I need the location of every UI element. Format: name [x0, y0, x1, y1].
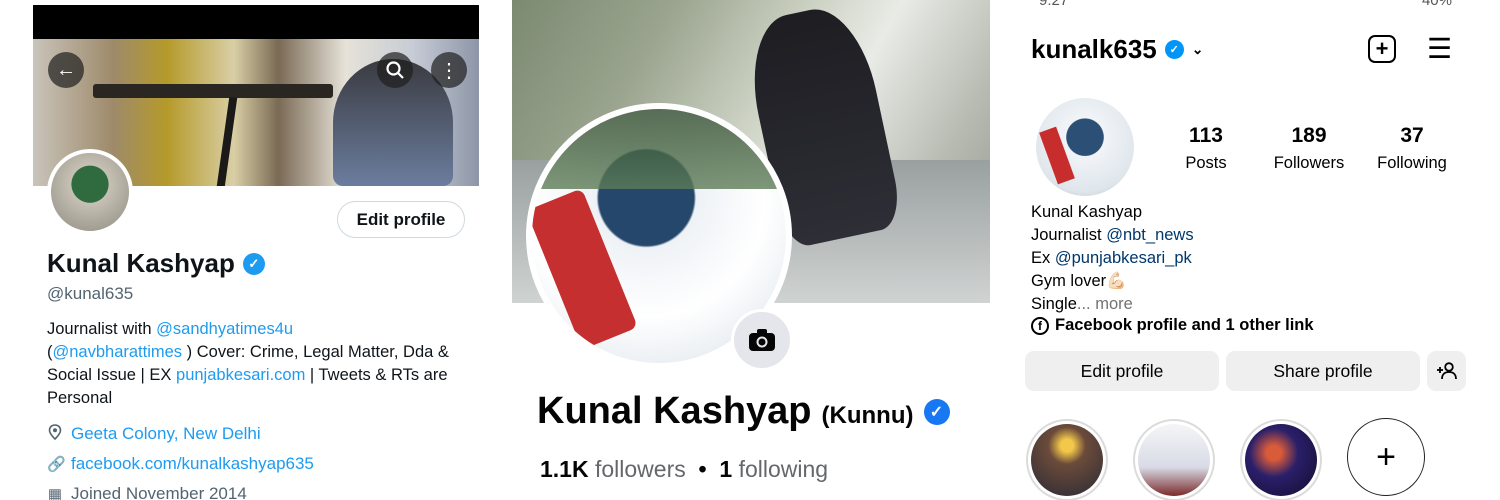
mention-link[interactable]: @sandhyatimes4u	[156, 320, 293, 338]
create-post-icon[interactable]: +	[1368, 35, 1396, 63]
display-name-text: Kunal Kashyap	[537, 390, 812, 432]
username-header[interactable]: kunalk635 ✓ ⌄	[1031, 34, 1203, 65]
bio-text: Journalist with	[47, 320, 157, 338]
handle: @kunal635	[47, 284, 134, 303]
stat-label: Followers	[1273, 154, 1345, 172]
posts-stat[interactable]: 113 Posts	[1156, 124, 1256, 173]
website-row: 🔗 facebook.com/kunalkashyap635	[47, 454, 314, 474]
link-icon: 🔗	[47, 456, 66, 473]
stat-number: 113	[1189, 124, 1223, 147]
mention-link[interactable]: @nbt_news	[1106, 226, 1193, 244]
mention-link[interactable]: @navbharattimes	[53, 343, 183, 361]
stat-number: 37	[1400, 124, 1424, 147]
status-battery: 40%	[1421, 0, 1452, 9]
chevron-down-icon[interactable]: ⌄	[1192, 41, 1204, 58]
banner-tripod	[216, 96, 238, 186]
stat-label: Posts	[1185, 154, 1227, 172]
bio: Kunal Kashyap Journalist @nbt_news Ex @p…	[1031, 201, 1194, 316]
following-stat[interactable]: 37 Following	[1362, 124, 1462, 173]
avatar[interactable]	[1036, 98, 1134, 196]
following-count[interactable]: 1	[719, 456, 732, 482]
bio-line: Single... more	[1031, 293, 1194, 316]
facebook-profile-panel: Kunal Kashyap (Kunnu) ✓ 1.1K followers •…	[512, 0, 990, 500]
more-vertical-icon[interactable]: ⋮	[431, 52, 467, 88]
joined-text: Joined November 2014	[71, 484, 247, 500]
bio-text: Single	[1031, 295, 1077, 313]
website-link[interactable]: facebook.com/kunalkashyap635	[71, 454, 314, 474]
external-links-text: Facebook profile and 1 other link	[1055, 316, 1314, 334]
stat-number: 189	[1291, 124, 1327, 147]
calendar-icon: ▦	[47, 486, 63, 500]
bio-line: Journalist @nbt_news	[1031, 224, 1194, 247]
avatar[interactable]	[47, 149, 133, 235]
back-arrow-icon[interactable]: ←	[48, 52, 84, 88]
followers-count[interactable]: 1.1K	[540, 456, 589, 482]
verified-icon[interactable]: ✓	[923, 398, 950, 425]
location-row: Geeta Colony, New Delhi	[47, 424, 261, 444]
profile-picture-trees	[532, 109, 786, 189]
twitter-profile-panel: ← ⋮ Edit profile Kunal Kashyap ✓ @kunal6…	[0, 0, 500, 500]
more-link[interactable]: ... more	[1077, 295, 1133, 313]
banner-machine-gun	[93, 84, 333, 98]
username: kunalk635	[1031, 34, 1157, 64]
stat-label: Following	[1377, 154, 1447, 172]
mention-link[interactable]: @punjabkesari_pk	[1055, 249, 1192, 267]
verified-icon[interactable]: ✓	[242, 252, 265, 275]
location-pin-icon	[47, 424, 63, 444]
followers-label[interactable]: followers	[595, 456, 686, 482]
new-highlight-button[interactable]: +	[1347, 418, 1425, 496]
external-links[interactable]: f Facebook profile and 1 other link	[1031, 316, 1314, 335]
status-time: 9:27	[1039, 0, 1069, 9]
story-highlight[interactable]	[1133, 419, 1215, 500]
nickname: (Kunnu)	[821, 402, 914, 429]
profile-picture-sled	[532, 188, 638, 350]
edit-profile-button[interactable]: Edit profile	[337, 201, 465, 238]
status-bar	[33, 5, 479, 39]
bio-line: Ex @punjabkesari_pk	[1031, 247, 1194, 270]
display-name: Kunal Kashyap (Kunnu) ✓	[537, 390, 950, 433]
bio: Journalist with @sandhyatimes4u (@navbha…	[47, 318, 467, 410]
add-person-icon[interactable]	[1427, 351, 1466, 391]
camera-icon[interactable]	[731, 309, 793, 371]
location-text[interactable]: Geeta Colony, New Delhi	[71, 424, 261, 444]
website-link[interactable]: punjabkesari.com	[176, 366, 305, 384]
bio-text: Journalist	[1031, 226, 1107, 244]
display-name-text: Kunal Kashyap	[47, 248, 235, 278]
search-icon[interactable]	[377, 52, 413, 88]
followers-stat[interactable]: 189 Followers	[1259, 124, 1359, 173]
instagram-profile-panel: 9:27 40% kunalk635 ✓ ⌄ + ☰ 113 Posts 189…	[1003, 0, 1500, 500]
display-name: Kunal Kashyap ✓	[47, 248, 265, 279]
edit-profile-button[interactable]: Edit profile	[1025, 351, 1219, 391]
facebook-icon: f	[1031, 316, 1049, 335]
bio-text: Ex	[1031, 249, 1055, 267]
following-label[interactable]: following	[739, 456, 829, 482]
story-highlight[interactable]	[1240, 419, 1322, 500]
story-highlight[interactable]	[1026, 419, 1108, 500]
hamburger-menu-icon[interactable]: ☰	[1427, 35, 1452, 63]
separator: •	[698, 456, 707, 482]
share-profile-button[interactable]: Share profile	[1226, 351, 1420, 391]
bio-text: Gym lover💪🏻	[1031, 272, 1127, 290]
joined-row: ▦ Joined November 2014	[47, 484, 247, 500]
avatar-sled	[1039, 126, 1075, 185]
verified-icon: ✓	[1164, 40, 1184, 59]
follow-stats: 1.1K followers • 1 following	[540, 456, 828, 483]
bio-name: Kunal Kashyap	[1031, 203, 1142, 221]
